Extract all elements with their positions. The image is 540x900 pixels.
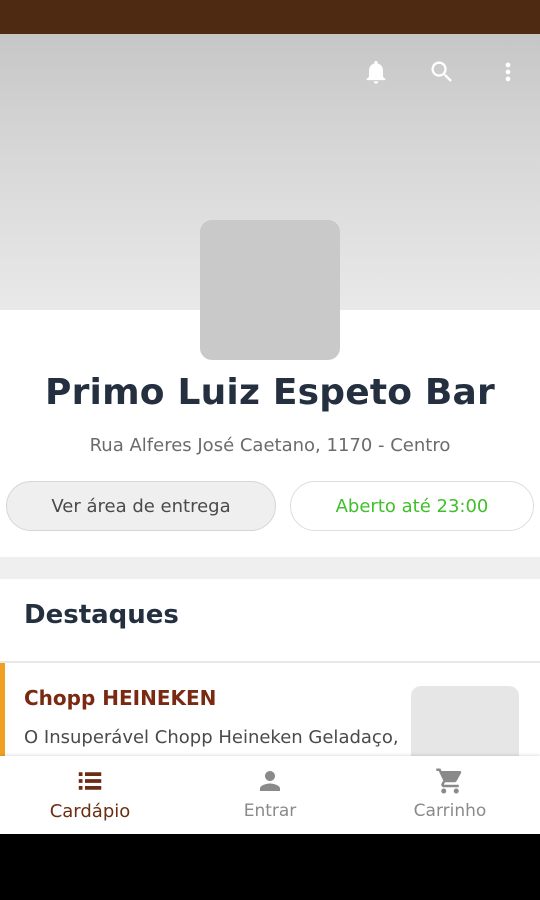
delivery-area-label: Ver área de entrega (51, 495, 231, 517)
nav-item-entrar[interactable]: Entrar (180, 756, 360, 834)
nav-item-cardapio[interactable]: Cardápio (0, 756, 180, 834)
bell-icon[interactable] (362, 58, 390, 86)
status-bar (0, 0, 540, 34)
nav-label: Entrar (243, 801, 297, 821)
bottom-nav: Cardápio Entrar Carrinho (0, 756, 540, 834)
nav-label: Cardápio (49, 801, 131, 822)
cart-icon (436, 768, 462, 794)
delivery-area-button[interactable]: Ver área de entrega (6, 481, 276, 531)
store-address: Rua Alferes José Caetano, 1170 - Centro (89, 435, 451, 456)
store-logo (200, 220, 340, 360)
menu-list-icon (78, 772, 102, 790)
open-status-badge[interactable]: Aberto até 23:00 (290, 481, 534, 531)
search-icon[interactable] (428, 58, 456, 86)
divider (0, 661, 540, 663)
app-screen: Primo Luiz Espeto Bar Rua Alferes José C… (0, 34, 540, 834)
person-icon (260, 771, 280, 791)
nav-label: Carrinho (413, 801, 487, 821)
section-separator (0, 557, 540, 579)
item-description: O Insuperável Chopp Heineken Geladaço, (24, 727, 399, 748)
item-name: Chopp HEINEKEN (24, 686, 217, 710)
nav-item-carrinho[interactable]: Carrinho (360, 756, 540, 834)
store-name: Primo Luiz Espeto Bar (44, 372, 496, 413)
section-title: Destaques (24, 600, 179, 630)
item-accent-bar (0, 663, 5, 763)
top-actions (362, 58, 522, 86)
more-vert-icon[interactable] (494, 58, 522, 86)
open-status-label: Aberto até 23:00 (335, 495, 489, 517)
